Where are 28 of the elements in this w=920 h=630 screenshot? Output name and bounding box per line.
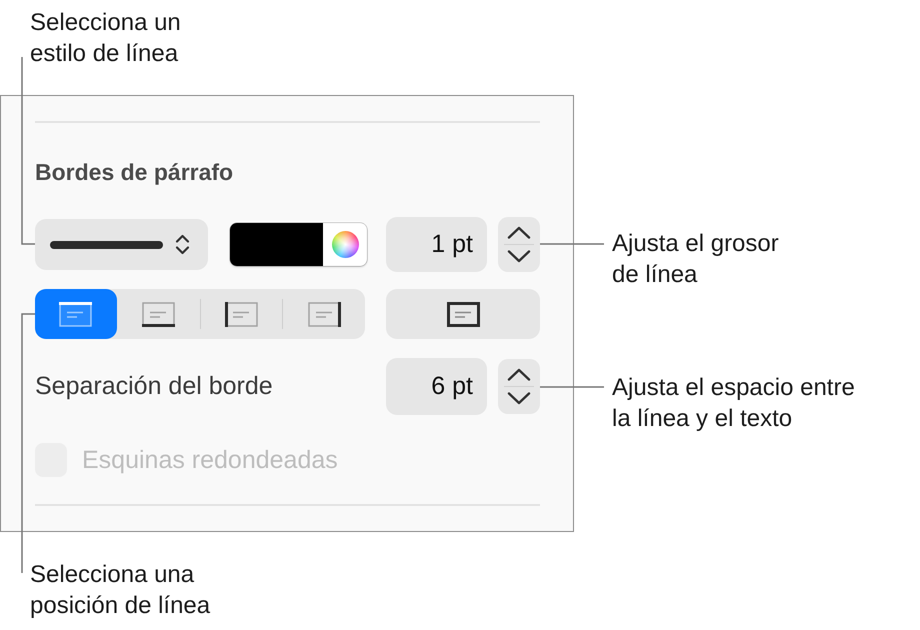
line-style-popup[interactable]	[35, 219, 208, 270]
top-border-icon	[59, 302, 92, 326]
bottom-border-icon	[142, 302, 176, 326]
color-wheel-icon	[332, 231, 359, 258]
chevron-up-icon	[507, 226, 531, 239]
color-well[interactable]	[230, 223, 367, 266]
line-width-field[interactable]: 1 pt	[386, 217, 487, 272]
box-border-icon	[446, 302, 480, 326]
section-title: Bordes de párrafo	[35, 159, 234, 185]
callout-text: Ajusta el grosor de línea	[612, 229, 779, 290]
left-border-icon	[224, 302, 258, 326]
right-border-icon	[308, 302, 341, 326]
updown-chevron-icon	[174, 233, 191, 256]
checkbox-label: Esquinas redondeadas	[82, 446, 338, 474]
callout-text: Selecciona una posición de línea	[30, 560, 210, 621]
callout-text: Selecciona un estilo de línea	[30, 8, 181, 69]
chevron-down-icon	[507, 250, 531, 263]
stepper[interactable]	[498, 217, 540, 272]
chevron-up-icon	[507, 368, 531, 381]
stepper[interactable]	[498, 359, 540, 414]
leader-line	[539, 386, 605, 388]
spacing-label: Separación del borde	[35, 372, 273, 401]
all-borders-button[interactable]	[386, 289, 540, 339]
callout-text: Ajusta el espacio entre la línea y el texto	[612, 373, 855, 434]
chevron-down-icon	[507, 392, 531, 405]
spacing-field[interactable]: 6 pt	[386, 358, 487, 415]
top-border-button[interactable]	[35, 289, 117, 339]
leader-line	[539, 243, 605, 245]
